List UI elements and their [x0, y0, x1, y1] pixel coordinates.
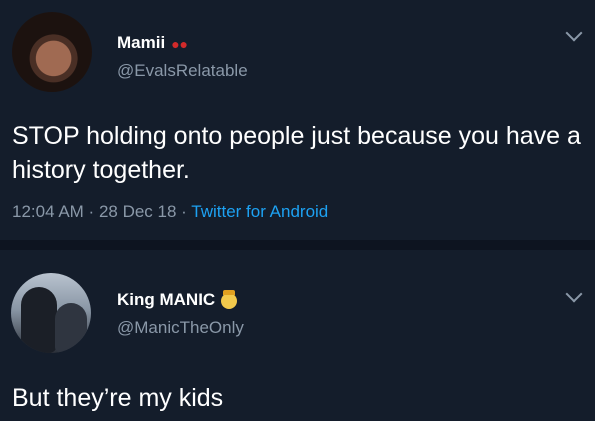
chevron-down-icon[interactable]: [565, 24, 583, 42]
tweet-text: STOP holding onto people just because yo…: [12, 122, 581, 184]
tweet-date: 28 Dec 18: [98, 202, 177, 221]
avatar-person: [55, 303, 87, 353]
tweet[interactable]: Mamii ● ● @EvalsRelatable STOP holding on…: [0, 0, 595, 240]
tweet-time: 12:04 AM: [12, 202, 84, 221]
display-name-text[interactable]: Mamii: [117, 33, 165, 52]
tweet-text: But they’re my kids: [12, 384, 224, 412]
cherries-icon: ● ●: [171, 35, 188, 52]
display-name-text[interactable]: King MANIC: [117, 290, 215, 309]
avatar[interactable]: [11, 273, 91, 353]
tweet-divider: [0, 240, 595, 250]
user-handle[interactable]: @ManicTheOnly: [117, 318, 244, 338]
tweet-source-link[interactable]: Twitter for Android: [191, 202, 328, 221]
avatar-person: [21, 287, 57, 353]
avatar[interactable]: [12, 12, 92, 92]
meta-separator: ·: [83, 202, 99, 221]
display-name[interactable]: Mamii ● ●: [117, 33, 188, 53]
emoji-icon: [221, 289, 238, 309]
meta-separator: ·: [176, 202, 192, 221]
tweet-meta: 12:04 AM · 28 Dec 18 · Twitter for Andro…: [12, 202, 328, 222]
display-name[interactable]: King MANIC: [117, 289, 238, 310]
user-handle[interactable]: @EvalsRelatable: [117, 61, 248, 81]
